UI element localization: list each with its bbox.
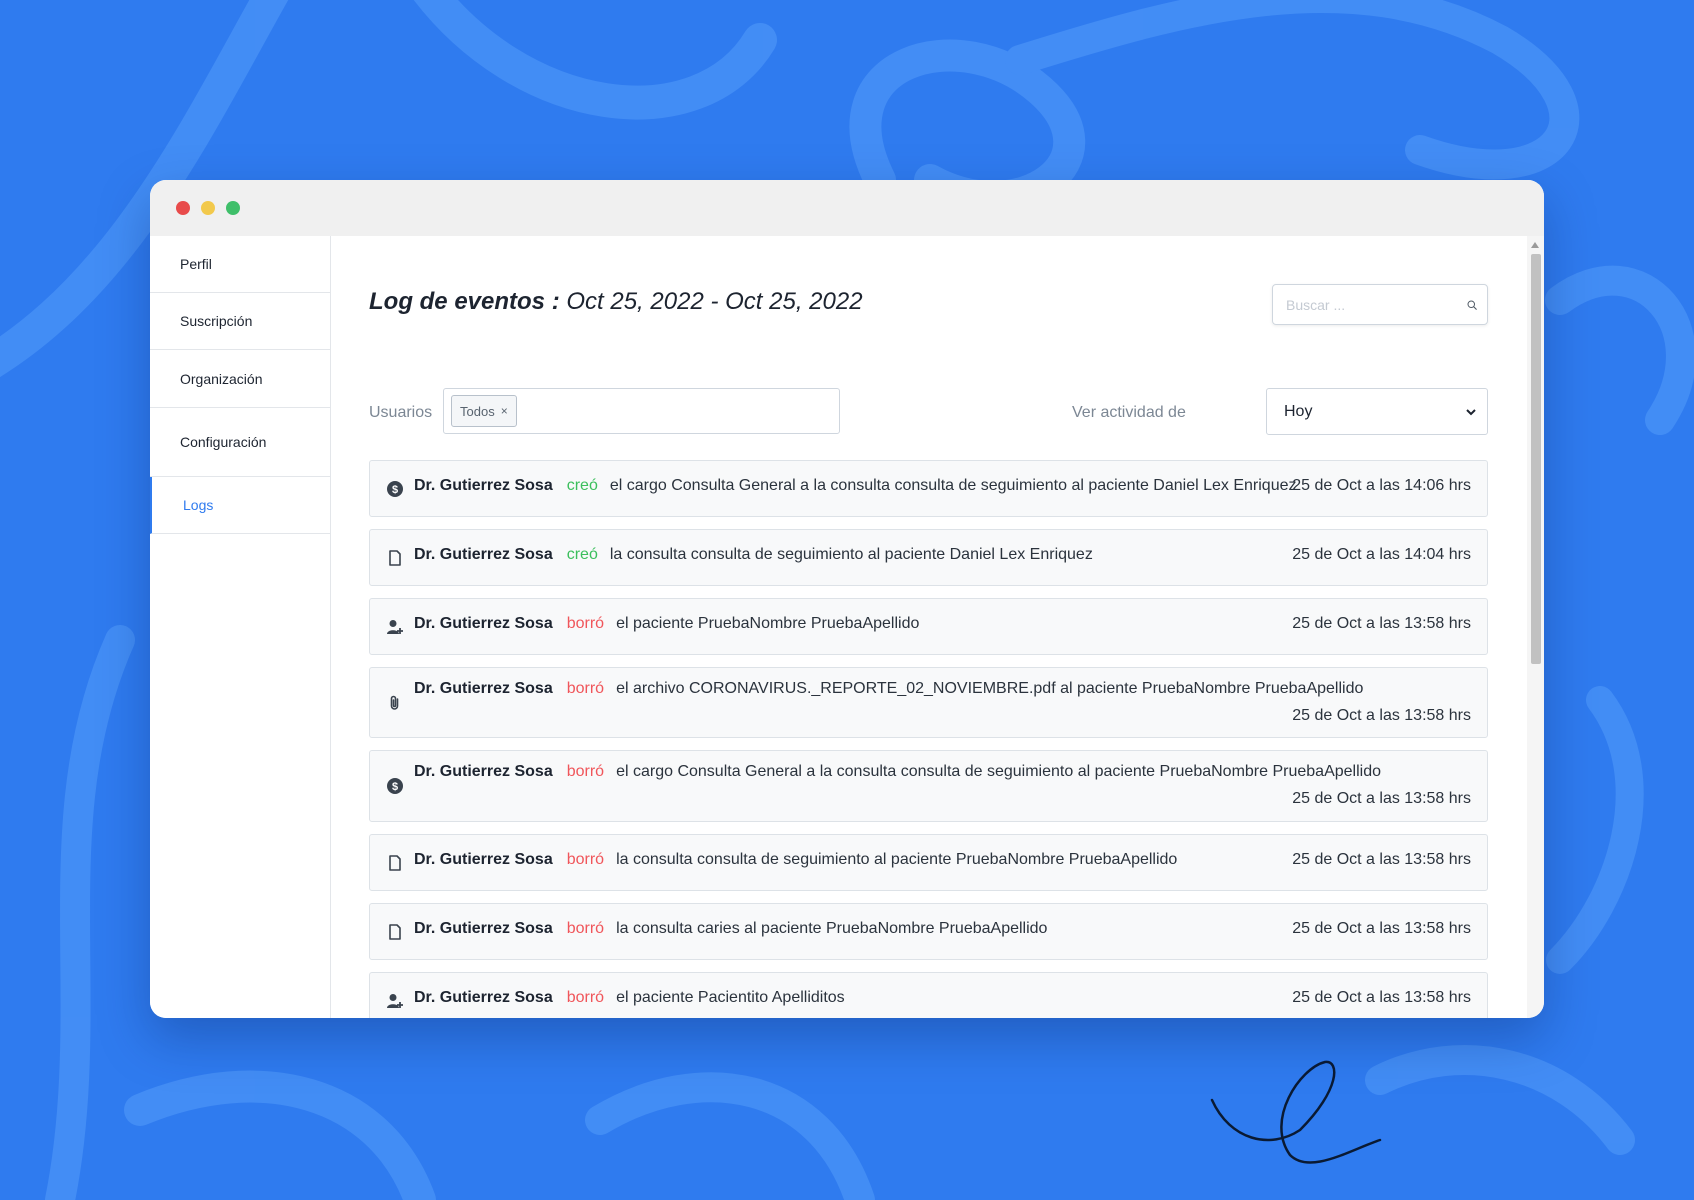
sidebar-item-configuracion[interactable]: Configuración — [150, 408, 330, 477]
log-actor: Dr. Gutierrez Sosa — [414, 615, 553, 632]
log-verb: creó — [566, 477, 598, 494]
page-title: Log de eventos : Oct 25, 2022 - Oct 25, … — [369, 288, 863, 316]
log-verb: borró — [566, 989, 605, 1006]
log-actor: Dr. Gutierrez Sosa — [414, 989, 553, 1006]
user-tag-label: Todos — [460, 403, 495, 419]
sidebar-item-label: Suscripción — [180, 313, 253, 329]
sidebar-item-label: Logs — [183, 497, 214, 513]
log-text: la consulta consulta de seguimiento al p… — [616, 851, 1178, 868]
dollar-icon: $ — [387, 778, 403, 794]
maximize-window-button[interactable] — [226, 201, 240, 215]
log-verb: borró — [566, 851, 605, 868]
log-text: el paciente PruebaNombre PruebaApellido — [616, 615, 920, 632]
paperclip-icon — [390, 695, 399, 710]
log-timestamp: 25 de Oct a las 14:06 hrs — [1292, 477, 1471, 494]
log-text: el cargo Consulta General a la consulta … — [609, 477, 1297, 494]
log-timestamp: 25 de Oct a las 13:58 hrs — [1292, 790, 1471, 807]
svg-text:$: $ — [392, 781, 398, 793]
search-icon[interactable] — [1467, 295, 1477, 315]
log-actor: Dr. Gutierrez Sosa — [414, 680, 553, 697]
search-input[interactable] — [1286, 296, 1467, 313]
log-text: la consulta caries al paciente PruebaNom… — [616, 920, 1048, 937]
settings-sidebar: Perfil Suscripción Organización Configur… — [150, 236, 331, 1018]
log-message: Dr. Gutierrez Sosa borró el cargo Consulta… — [414, 763, 1381, 781]
log-timestamp: 25 de Oct a las 13:58 hrs — [1292, 615, 1471, 632]
log-verb: creó — [566, 546, 598, 563]
search-box — [1272, 284, 1488, 325]
log-actor: Dr. Gutierrez Sosa — [414, 477, 553, 494]
log-message: Dr. Gutierrez Sosa borró el paciente Pacie… — [414, 989, 845, 1007]
log-message: Dr. Gutierrez Sosa creó el cargo Consulta … — [414, 477, 1296, 495]
log-message: Dr. Gutierrez Sosa borró el archivo CORONA… — [414, 680, 1363, 698]
log-entry[interactable]: $ Dr. Gutierrez Sosa creó el cargo Consult… — [369, 460, 1488, 517]
user-tag-todos: Todos × — [451, 395, 517, 427]
log-actor: Dr. Gutierrez Sosa — [414, 546, 553, 563]
log-verb: borró — [566, 920, 605, 937]
log-timestamp: 25 de Oct a las 14:04 hrs — [1292, 546, 1471, 563]
log-entry[interactable]: Dr. Gutierrez Sosa borró el archivo CORONA… — [369, 667, 1488, 738]
sidebar-item-organizacion[interactable]: Organización — [150, 350, 330, 408]
document-icon — [389, 924, 401, 940]
dollar-icon: $ — [387, 481, 403, 497]
log-timestamp: 25 de Oct a las 13:58 hrs — [1292, 707, 1471, 724]
log-entry[interactable]: Dr. Gutierrez Sosa creó la consulta consul… — [369, 529, 1488, 586]
app-window: Perfil Suscripción Organización Configur… — [150, 180, 1544, 1018]
log-verb: borró — [566, 615, 605, 632]
sidebar-item-label: Configuración — [180, 434, 267, 450]
users-filter-label: Usuarios — [369, 404, 433, 421]
log-entry[interactable]: Dr. Gutierrez Sosa borró el paciente Pacie… — [369, 972, 1488, 1018]
vertical-scrollbar[interactable] — [1527, 236, 1544, 1018]
activity-period-value: Hoy — [1284, 402, 1313, 420]
page-title-label: Log de eventos — [369, 288, 546, 315]
log-timestamp: 25 de Oct a las 13:58 hrs — [1292, 851, 1471, 868]
scroll-up-arrow-icon[interactable] — [1531, 242, 1539, 248]
log-text: la consulta consulta de seguimiento al p… — [609, 546, 1093, 563]
chevron-down-icon — [1466, 408, 1476, 415]
log-text: el archivo CORONAVIRUS._REPORTE_02_NOVIE… — [616, 680, 1364, 697]
logs-content: Log de eventos : Oct 25, 2022 - Oct 25, … — [331, 236, 1527, 1018]
log-entry[interactable]: $ Dr. Gutierrez Sosa borró el cargo Consul… — [369, 750, 1488, 822]
log-text: el paciente Pacientito Apelliditos — [616, 989, 845, 1006]
minimize-window-button[interactable] — [201, 201, 215, 215]
sidebar-item-label: Perfil — [180, 256, 212, 272]
log-entry[interactable]: Dr. Gutierrez Sosa borró la consulta consu… — [369, 834, 1488, 891]
log-actor: Dr. Gutierrez Sosa — [414, 920, 553, 937]
log-text: el cargo Consulta General a la consulta … — [616, 763, 1381, 780]
log-actor: Dr. Gutierrez Sosa — [414, 763, 553, 780]
log-message: Dr. Gutierrez Sosa borró la consulta consu… — [414, 851, 1177, 869]
log-message: Dr. Gutierrez Sosa borró la consulta carie… — [414, 920, 1047, 938]
svg-text:$: $ — [392, 484, 398, 496]
scrollbar-thumb[interactable] — [1531, 254, 1541, 664]
log-timestamp: 25 de Oct a las 13:58 hrs — [1292, 920, 1471, 937]
sidebar-item-logs[interactable]: Logs — [150, 477, 330, 534]
remove-tag-button[interactable]: × — [501, 404, 508, 418]
activity-filter-label: Ver actividad de — [1072, 404, 1186, 421]
sidebar-item-perfil[interactable]: Perfil — [150, 236, 330, 293]
users-filter-input[interactable]: Todos × — [443, 388, 840, 434]
document-icon — [389, 550, 401, 566]
log-message: Dr. Gutierrez Sosa borró el paciente Prueb… — [414, 615, 919, 633]
sidebar-item-suscripcion[interactable]: Suscripción — [150, 293, 330, 350]
close-window-button[interactable] — [176, 201, 190, 215]
log-verb: borró — [566, 680, 605, 697]
user-add-icon — [387, 620, 403, 634]
log-actor: Dr. Gutierrez Sosa — [414, 851, 553, 868]
log-entry[interactable]: Dr. Gutierrez Sosa borró el paciente Prueb… — [369, 598, 1488, 655]
log-timestamp: 25 de Oct a las 13:58 hrs — [1292, 989, 1471, 1006]
document-icon — [389, 855, 401, 871]
log-verb: borró — [566, 763, 605, 780]
activity-period-select[interactable]: Hoy — [1266, 388, 1488, 435]
log-message: Dr. Gutierrez Sosa creó la consulta consul… — [414, 546, 1093, 564]
window-titlebar — [150, 180, 1544, 236]
user-add-icon — [387, 994, 403, 1008]
date-range: Oct 25, 2022 - Oct 25, 2022 — [566, 288, 863, 315]
sidebar-item-label: Organización — [180, 370, 263, 387]
log-entry[interactable]: Dr. Gutierrez Sosa borró la consulta carie… — [369, 903, 1488, 960]
signature-logo — [1210, 1060, 1382, 1164]
title-separator: : — [545, 288, 567, 315]
